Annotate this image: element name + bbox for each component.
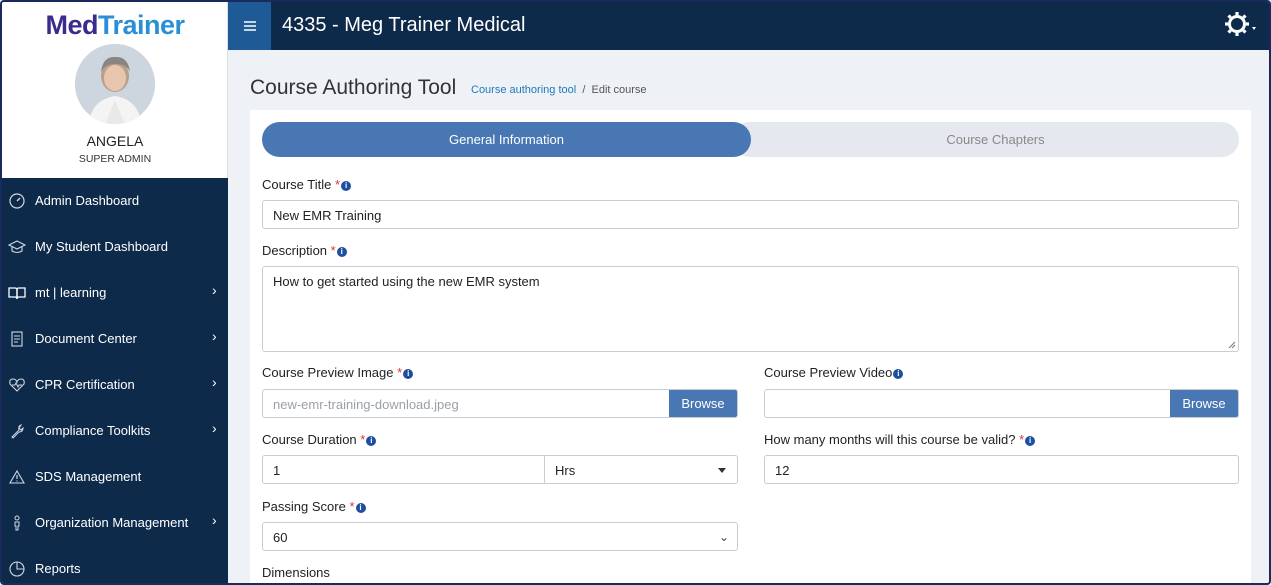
description-textarea[interactable]: How to get started using the new EMR sys… [262, 266, 1239, 352]
sidebar-item-compliance-toolkits[interactable]: Compliance Toolkits › [2, 408, 228, 454]
sidebar-item-label: CPR Certification [35, 377, 135, 392]
document-icon [11, 331, 23, 347]
valid-months-input[interactable]: 12 [764, 455, 1239, 484]
info-icon[interactable]: i [355, 503, 366, 513]
sidebar-item-organization-management[interactable]: Organization Management › [2, 500, 228, 546]
preview-image-label: Course Preview Image * i [262, 365, 414, 380]
course-title-label: Course Title * i [262, 177, 352, 192]
menu-toggle-button[interactable] [228, 2, 271, 50]
chevron-right-icon: › [212, 512, 217, 528]
preview-video-file-input[interactable]: Browse [764, 389, 1239, 418]
passing-score-select[interactable]: 60 ⌄ [262, 522, 738, 551]
gear-icon [1225, 12, 1256, 36]
sidebar-item-cpr-certification[interactable]: CPR Certification › [2, 362, 228, 408]
medtrainer-logo[interactable]: MedTrainer [2, 10, 228, 41]
form-tabs: General Information Course Chapters [262, 122, 1239, 157]
caret-down-icon [718, 468, 726, 473]
dimensions-label: Dimensions [262, 565, 330, 580]
description-label: Description * i [262, 243, 347, 258]
required-asterisk: * [330, 243, 336, 258]
course-duration-input[interactable]: 1 [262, 455, 545, 484]
sidebar-item-label: Document Center [35, 331, 137, 346]
heart-pulse-icon [9, 378, 25, 392]
chevron-right-icon: › [212, 420, 217, 436]
profile-name: ANGELA [86, 133, 144, 149]
sidebar-item-label: Compliance Toolkits [35, 423, 151, 438]
logo-text-trainer: Trainer [97, 10, 185, 40]
graduation-cap-icon [8, 240, 26, 254]
tab-general-information[interactable]: General Information [262, 122, 751, 157]
avatar-photo [75, 44, 155, 124]
dashboard-gauge-icon [9, 193, 25, 209]
person-icon [14, 515, 20, 531]
avatar[interactable] [75, 44, 155, 124]
preview-video-browse-button[interactable]: Browse [1170, 390, 1238, 417]
sidebar-item-reports[interactable]: Reports [2, 546, 228, 583]
profile-role: SUPER ADMIN [78, 153, 152, 165]
sidebar-item-label: Admin Dashboard [35, 193, 140, 208]
preview-image-browse-button[interactable]: Browse [669, 390, 737, 417]
required-asterisk: * [335, 177, 341, 192]
required-asterisk: * [397, 365, 403, 380]
resize-handle-icon[interactable] [1228, 341, 1236, 349]
logo-text-med: Med [45, 10, 98, 40]
organization-title: 4335 - Meg Trainer Medical [282, 14, 526, 36]
sidebar-nav: Admin Dashboard My Student Dashboard mt … [2, 178, 228, 583]
breadcrumb-current: Edit course [591, 84, 647, 96]
required-asterisk: * [1019, 432, 1025, 447]
sidebar-item-label: My Student Dashboard [35, 239, 168, 254]
breadcrumb-link-course-authoring-tool[interactable]: Course authoring tool [471, 84, 576, 96]
passing-score-label: Passing Score * i [262, 499, 366, 514]
caret-down-icon [1252, 27, 1256, 30]
page-title: Course Authoring Tool [250, 76, 457, 99]
settings-menu-button[interactable] [1225, 11, 1261, 41]
sidebar-item-mt-learning[interactable]: mt | learning › [2, 270, 228, 316]
info-icon[interactable]: i [341, 181, 352, 191]
preview-video-label: Course Preview Video i [764, 365, 904, 380]
chevron-right-icon: › [212, 374, 217, 390]
app-frame: MedTrainer ANGELA SUPER ADMIN Admin Dash… [0, 0, 1271, 585]
sidebar-item-label: Reports [35, 561, 81, 576]
sidebar-item-admin-dashboard[interactable]: Admin Dashboard [2, 178, 228, 224]
wrench-icon [11, 424, 24, 439]
sidebar-item-label: SDS Management [35, 469, 142, 484]
duration-unit-select[interactable]: Hrs [544, 455, 738, 484]
breadcrumb-separator: / [582, 84, 586, 96]
sidebar: MedTrainer ANGELA SUPER ADMIN Admin Dash… [2, 2, 228, 583]
info-icon[interactable]: i [893, 369, 904, 379]
chevron-right-icon: › [212, 282, 217, 298]
course-title-input[interactable]: New EMR Training [262, 200, 1239, 229]
chevron-down-icon: ⌄ [718, 530, 729, 544]
open-book-icon [8, 287, 26, 300]
info-icon[interactable]: i [403, 369, 414, 379]
info-icon[interactable]: i [336, 247, 347, 257]
sidebar-item-label: mt | learning [35, 285, 107, 300]
top-bar: 4335 - Meg Trainer Medical [228, 2, 1269, 50]
sidebar-item-label: Organization Management [35, 515, 189, 530]
preview-image-file-input[interactable]: new-emr-training-download.jpeg Browse [262, 389, 738, 418]
hamburger-icon [243, 21, 256, 31]
warning-triangle-icon [9, 469, 25, 484]
required-asterisk: * [360, 432, 366, 447]
info-icon[interactable]: i [1025, 436, 1036, 446]
course-duration-label: Course Duration * i [262, 432, 377, 447]
tab-course-chapters-label: Course Chapters [946, 132, 1045, 147]
tab-course-chapters[interactable]: Course Chapters [732, 122, 1239, 157]
chevron-right-icon: › [212, 328, 217, 344]
pie-chart-icon [9, 561, 25, 577]
profile-panel: MedTrainer ANGELA SUPER ADMIN [2, 2, 228, 178]
sidebar-item-sds-management[interactable]: SDS Management [2, 454, 228, 500]
required-asterisk: * [349, 499, 355, 514]
breadcrumb: Course authoring tool / Edit course [471, 84, 647, 96]
sidebar-item-document-center[interactable]: Document Center › [2, 316, 228, 362]
sidebar-item-my-student-dashboard[interactable]: My Student Dashboard [2, 224, 228, 270]
preview-image-filename: new-emr-training-download.jpeg [273, 397, 459, 412]
info-icon[interactable]: i [366, 436, 377, 446]
valid-months-label: How many months will this course be vali… [764, 432, 1036, 447]
